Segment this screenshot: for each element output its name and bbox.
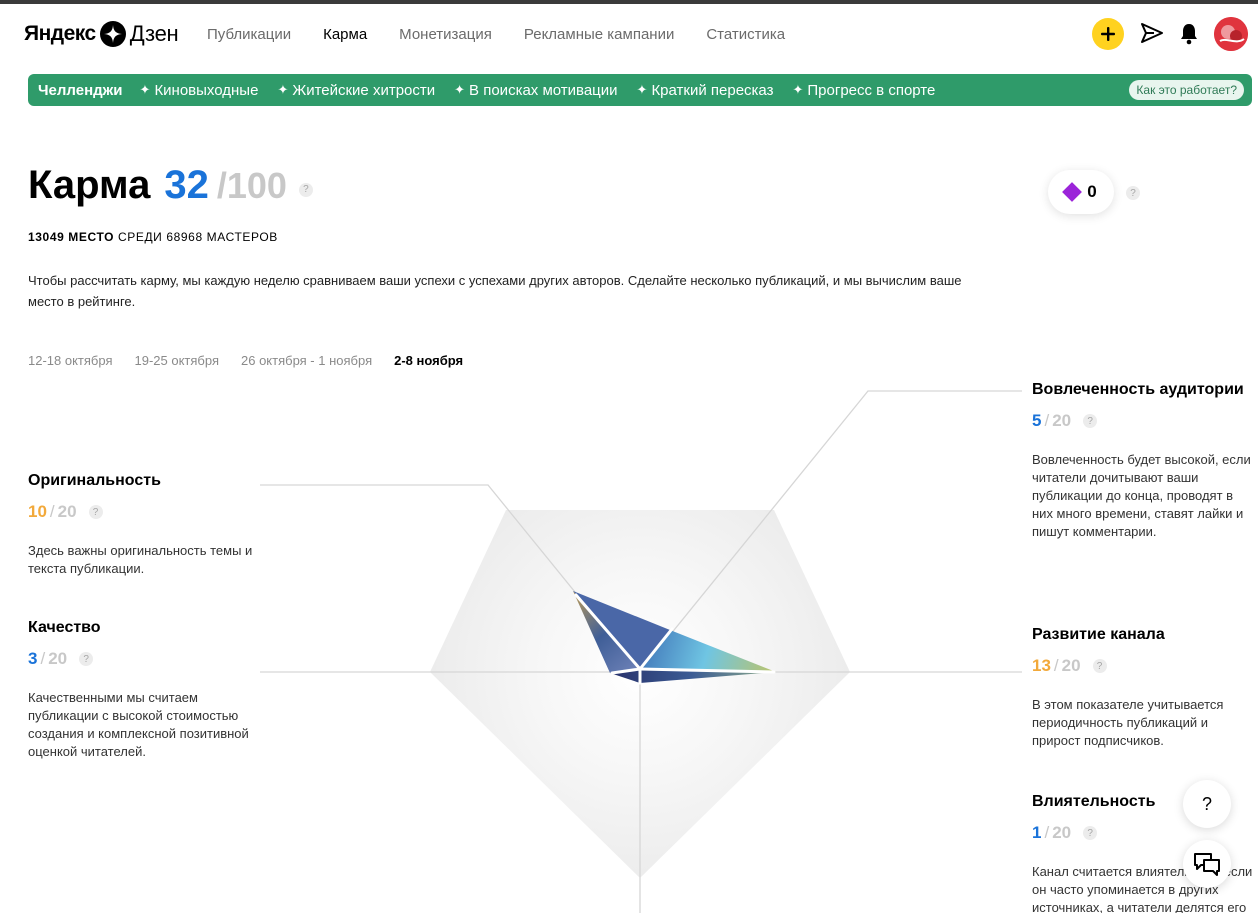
karma-value: 32: [164, 163, 209, 207]
help-icon[interactable]: ?: [1092, 659, 1107, 673]
help-button[interactable]: ?: [1183, 780, 1231, 828]
metric-description: Здесь важны оригинальность темы и текста…: [28, 543, 253, 576]
metric-score: 10 / 20 ?: [28, 502, 253, 522]
rank-text: 13049 МЕСТО СРЕДИ 68968 МАСТЕРОВ: [28, 230, 278, 244]
sparkle-icon: ✦: [636, 82, 648, 97]
metric-score: 3 / 20 ?: [28, 649, 253, 669]
rank-rest: СРЕДИ 68968 МАСТЕРОВ: [117, 230, 278, 244]
challenge-label: Житейские хитрости: [292, 81, 436, 99]
challenge-item[interactable]: ✦ В поисках мотивации: [454, 82, 617, 99]
header: Яндекс Дзен Публикации Карма Монетизация…: [0, 4, 1258, 66]
week-selector: 12-18 октября 19-25 октября 26 октября -…: [28, 353, 485, 368]
week-tab[interactable]: 12-18 октября: [28, 353, 113, 368]
page-title: Карма 32 /100 ?: [28, 163, 313, 208]
metric-originality: Оригинальность 10 / 20 ? Здесь важны ори…: [28, 472, 253, 578]
help-icon[interactable]: ?: [88, 505, 103, 519]
nav-monetization[interactable]: Монетизация: [399, 26, 492, 43]
karma-description: Чтобы рассчитать карму, мы каждую неделю…: [28, 273, 962, 309]
metric-separator: /: [49, 502, 55, 521]
diamonds-count: 0: [1087, 182, 1097, 201]
metric-separator: /: [1044, 411, 1050, 430]
help-icon[interactable]: ?: [79, 652, 94, 666]
week-tab[interactable]: 26 октября - 1 ноября: [241, 353, 372, 368]
zen-logo-icon: [99, 21, 126, 47]
challenge-label: Прогресс в спорте: [807, 81, 936, 99]
metric-title: Качество: [28, 619, 101, 636]
challenge-label: Киновыходные: [154, 81, 259, 99]
metric-score: 1 / 20 ?: [1032, 823, 1257, 843]
nav-karma[interactable]: Карма: [323, 26, 367, 43]
metric-value: 5: [1032, 411, 1042, 430]
metric-value: 1: [1032, 823, 1042, 842]
help-button-label: ?: [1201, 793, 1212, 814]
metric-description: Вовлеченность будет высокой, если читате…: [1032, 452, 1251, 539]
metric-max: 20: [1052, 823, 1072, 842]
help-icon[interactable]: ?: [1126, 186, 1140, 200]
challenge-item[interactable]: ✦ Прогресс в спорте: [792, 82, 935, 99]
karma-label: Карма: [28, 163, 151, 207]
send-icon[interactable]: [1140, 22, 1166, 46]
diamond-icon: [1062, 182, 1083, 202]
rank-place: 13049 МЕСТО: [28, 230, 115, 244]
metric-engagement: Вовлеченность аудитории 5 / 20 ? Вовлече…: [1032, 381, 1257, 541]
metric-value: 3: [28, 649, 38, 668]
metric-description: В этом показателе учитывается периодично…: [1032, 697, 1224, 748]
chat-icon: [1194, 853, 1220, 876]
nav-ad-campaigns[interactable]: Рекламные кампании: [524, 26, 674, 43]
metric-max: 20: [1052, 411, 1072, 430]
metric-value: 10: [28, 502, 47, 521]
help-icon[interactable]: ?: [298, 182, 313, 197]
help-icon[interactable]: ?: [1083, 826, 1098, 840]
challenges-title: Челленджи: [38, 81, 123, 99]
week-tab-active[interactable]: 2-8 ноября: [394, 353, 463, 368]
sparkle-icon: ✦: [139, 82, 151, 97]
metric-title: Развитие канала: [1032, 626, 1165, 643]
challenge-item[interactable]: ✦ Житейские хитрости: [277, 82, 435, 99]
bell-icon[interactable]: [1178, 22, 1202, 46]
how-it-works-button[interactable]: Как это работает?: [1129, 80, 1244, 100]
sparkle-icon: ✦: [792, 82, 804, 97]
nav-publications[interactable]: Публикации: [207, 26, 291, 43]
metric-quality: Качество 3 / 20 ? Качественными мы счита…: [28, 619, 253, 761]
week-tab[interactable]: 19-25 октября: [135, 353, 220, 368]
help-icon[interactable]: ?: [1083, 414, 1098, 428]
metric-description: Качественными мы считаем публикации с вы…: [28, 690, 249, 759]
metric-title: Оригинальность: [28, 472, 161, 489]
metric-max: 20: [57, 502, 77, 521]
challenge-item[interactable]: ✦ Краткий пересказ: [637, 82, 774, 99]
metric-channel-growth: Развитие канала 13 / 20 ? В этом показат…: [1032, 626, 1257, 750]
metric-max: 20: [1061, 656, 1081, 675]
chat-button[interactable]: [1183, 840, 1231, 888]
metric-max: 20: [48, 649, 68, 668]
karma-max: /100: [216, 165, 287, 206]
metric-separator: /: [40, 649, 46, 668]
avatar[interactable]: [1214, 17, 1248, 51]
metric-separator: /: [1053, 656, 1059, 675]
metric-title: Вовлеченность аудитории: [1032, 381, 1244, 398]
challenge-item[interactable]: ✦ Киновыходные: [140, 82, 259, 99]
diamonds-badge[interactable]: 0: [1048, 170, 1114, 214]
metric-separator: /: [1044, 823, 1050, 842]
metric-score: 13 / 20 ?: [1032, 656, 1257, 676]
logo[interactable]: Яндекс Дзен: [24, 20, 179, 48]
challenge-label: Краткий пересказ: [651, 81, 774, 99]
metric-value: 13: [1032, 656, 1051, 675]
logo-yandex-text: Яндекс: [24, 22, 96, 45]
sparkle-icon: ✦: [454, 82, 466, 97]
sparkle-icon: ✦: [277, 82, 289, 97]
plus-icon[interactable]: [1092, 18, 1124, 50]
challenges-bar: Челленджи ✦ Киновыходные ✦ Житейские хитро…: [28, 74, 1252, 106]
logo-zen-text: Дзен: [129, 21, 179, 46]
challenge-label: В поисках мотивации: [469, 81, 618, 99]
main-nav: Публикации Карма Монетизация Рекламные к…: [207, 26, 817, 43]
nav-statistics[interactable]: Статистика: [706, 26, 785, 43]
metric-score: 5 / 20 ?: [1032, 411, 1257, 431]
